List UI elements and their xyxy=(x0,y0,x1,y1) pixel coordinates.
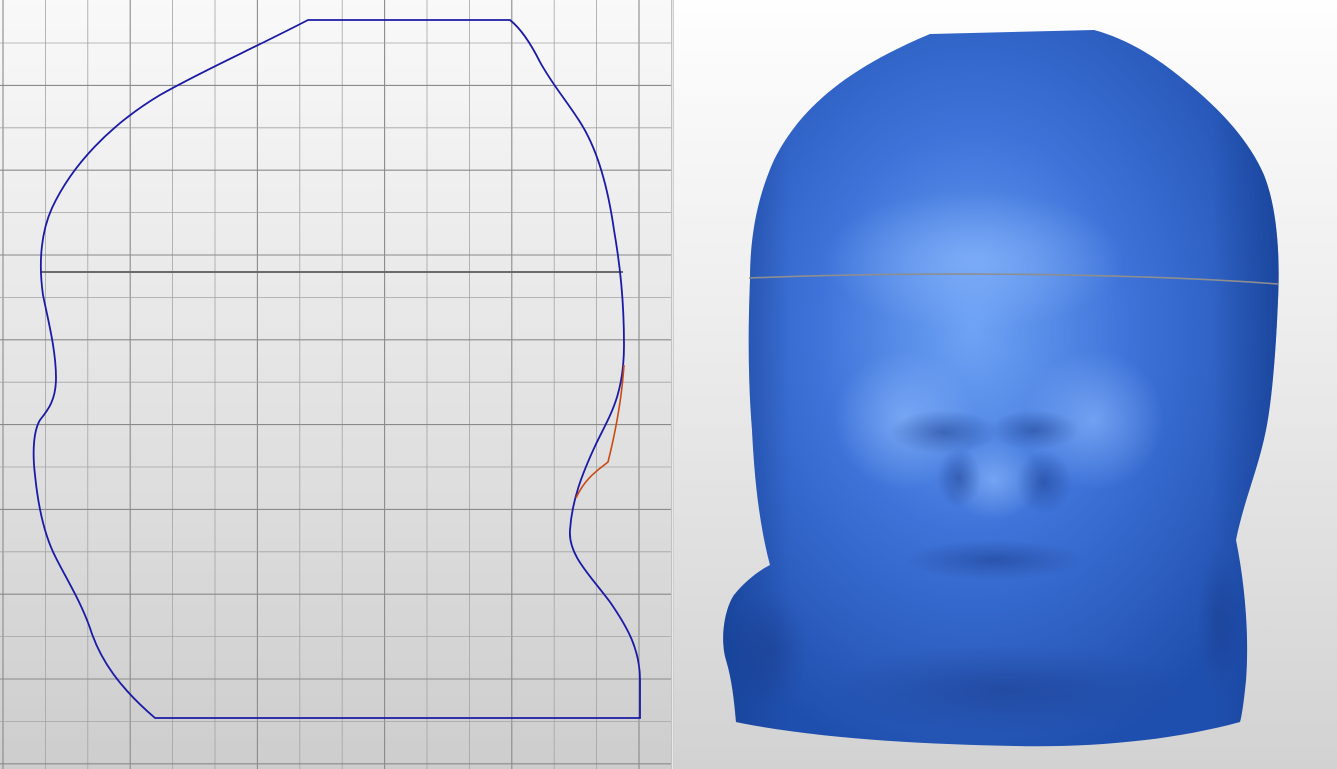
profile-canvas[interactable] xyxy=(0,0,671,769)
head-profile-outline[interactable] xyxy=(32,19,641,719)
render-viewport[interactable] xyxy=(674,0,1337,769)
neck-fold-right xyxy=(1197,545,1241,695)
eye-socket-left xyxy=(889,410,999,454)
neck-fold-left xyxy=(729,590,809,710)
head-model[interactable] xyxy=(723,30,1279,747)
profile-viewport[interactable] xyxy=(0,0,671,769)
eye-socket-right xyxy=(989,410,1079,450)
mouth-shadow xyxy=(904,540,1084,580)
nose-side-shadow-left xyxy=(937,448,981,508)
chin-shadow xyxy=(824,645,1184,735)
model-canvas[interactable] xyxy=(674,0,1337,769)
nose-side-shadow-right xyxy=(1016,450,1072,514)
app-window xyxy=(0,0,1337,769)
forehead-highlight xyxy=(824,190,1124,330)
highlighted-profile-segment[interactable] xyxy=(575,364,625,499)
